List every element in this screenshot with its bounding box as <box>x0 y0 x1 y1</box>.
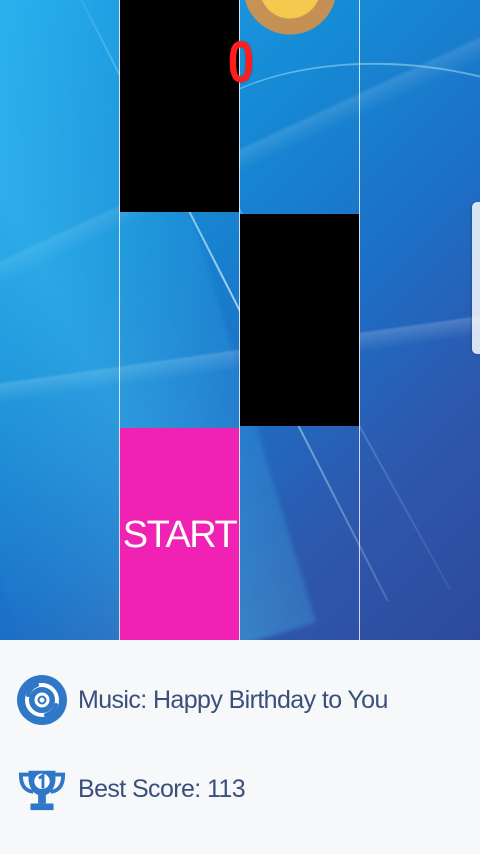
disc-icon <box>16 674 68 726</box>
lane-divider <box>359 0 360 640</box>
best-score-row: Best Score: 113 <box>16 763 246 815</box>
music-title: Music: Happy Birthday to You <box>78 685 388 714</box>
trophy-icon <box>16 763 68 815</box>
black-piano-tile[interactable] <box>240 214 359 426</box>
start-label: START <box>122 514 238 556</box>
side-handle[interactable] <box>472 202 480 354</box>
best-score-text: Best Score: 113 <box>78 774 246 803</box>
song-info-panel: Music: Happy Birthday to You Best Score:… <box>0 640 480 854</box>
music-info-row: Music: Happy Birthday to You <box>16 675 388 725</box>
piano-game-screen: START 0 Music: Happy Birthday to You Bes… <box>0 0 480 854</box>
game-board: START 0 <box>0 0 480 640</box>
current-score: 0 <box>227 30 255 95</box>
start-tile[interactable]: START <box>120 428 239 640</box>
black-piano-tile[interactable] <box>120 0 239 212</box>
